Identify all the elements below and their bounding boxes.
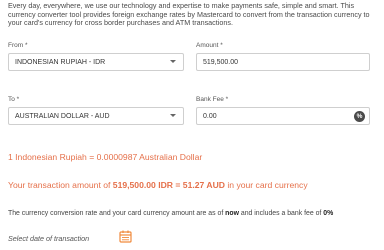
- transaction-result: Your transaction amount of 519,500.00 ID…: [8, 180, 308, 190]
- chevron-down-icon: [170, 114, 176, 117]
- from-currency-value: INDONESIAN RUPIAH - IDR: [15, 58, 106, 66]
- intro-text: Every day, everywhere, we use our techno…: [8, 1, 370, 28]
- note-mid: and includes a bank fee of: [238, 210, 324, 217]
- amount-label: Amount *: [196, 42, 223, 49]
- to-currency-value: AUSTRALIAN DOLLAR - AUD: [15, 112, 110, 120]
- transaction-suffix: in your card currency: [224, 180, 308, 190]
- from-label: From *: [8, 42, 28, 49]
- amount-input[interactable]: 519,500.00: [196, 53, 370, 71]
- percent-icon: %: [354, 111, 365, 122]
- transaction-equation: 519,500.00 IDR = 51.27 AUD: [112, 180, 225, 190]
- note-fee: 0%: [323, 210, 334, 217]
- exchange-rate-text: 1 Indonesian Rupiah = 0.0000987 Australi…: [8, 152, 203, 162]
- bank-fee-value: 0.00: [203, 112, 217, 120]
- from-currency-select[interactable]: INDONESIAN RUPIAH - IDR: [8, 53, 184, 71]
- bank-fee-label: Bank Fee *: [196, 96, 229, 103]
- note-prefix: The currency conversion rate and your ca…: [8, 210, 226, 217]
- chevron-down-icon: [170, 60, 176, 63]
- to-currency-select[interactable]: AUSTRALIAN DOLLAR - AUD: [8, 107, 184, 125]
- calendar-icon[interactable]: [119, 230, 132, 243]
- bank-fee-input[interactable]: 0.00 %: [196, 107, 370, 125]
- transaction-prefix: Your transaction amount of: [8, 180, 113, 190]
- conversion-note: The currency conversion rate and your ca…: [8, 210, 333, 217]
- to-label: To *: [8, 96, 20, 103]
- date-label: Select date of transaction: [8, 234, 90, 243]
- amount-value: 519,500.00: [203, 58, 239, 66]
- note-now: now: [225, 210, 239, 217]
